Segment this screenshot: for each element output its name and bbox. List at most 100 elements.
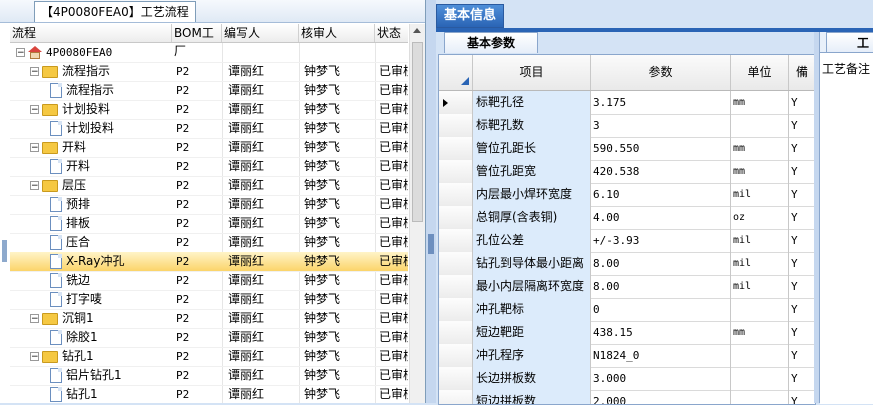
flag-cell[interactable]: Y (789, 367, 815, 390)
row-selector[interactable] (439, 114, 473, 137)
grid-row[interactable]: 钻孔到导体最小距离 8.00 mil Y (439, 252, 815, 276)
tree-row[interactable]: 除胶1P2谭丽红钟梦飞已审核 (10, 328, 408, 348)
grid-row[interactable]: 总铜厚(含表铜) 4.00 oz Y (439, 206, 815, 230)
param-value-cell[interactable]: 4.00 (591, 206, 731, 229)
param-value-cell[interactable]: N1824_0 (591, 344, 731, 367)
item-name-cell[interactable]: 冲孔程序 (473, 344, 591, 367)
param-value-cell[interactable]: 8.00 (591, 275, 731, 298)
row-selector[interactable] (439, 344, 473, 367)
item-name-cell[interactable]: 冲孔靶标 (473, 298, 591, 321)
tree-row[interactable]: 打字唛P2谭丽红钟梦飞已审核 (10, 290, 408, 310)
grid-row[interactable]: 管位孔距长 590.550 mm Y (439, 137, 815, 161)
tree-node[interactable]: 排板 (50, 214, 90, 233)
param-value-cell[interactable]: 8.00 (591, 252, 731, 275)
flag-cell[interactable]: Y (789, 229, 815, 252)
tree-node[interactable]: 预排 (50, 195, 90, 214)
col-header-item[interactable]: 项目 (473, 55, 591, 90)
tree-row[interactable]: 预排P2谭丽红钟梦飞已审核 (10, 195, 408, 215)
tree-node[interactable]: − 沉铜1 (30, 309, 94, 328)
tree-node[interactable]: 流程指示 (50, 81, 114, 100)
collapse-icon[interactable]: − (30, 314, 39, 324)
tree-node[interactable]: 计划投料 (50, 119, 114, 138)
row-selector[interactable] (439, 137, 473, 160)
item-name-cell[interactable]: 标靶孔径 (473, 91, 591, 114)
unit-cell[interactable]: mm (731, 91, 789, 114)
vertical-scrollbar[interactable] (409, 24, 425, 403)
flag-cell[interactable]: Y (789, 206, 815, 229)
item-name-cell[interactable]: 孔位公差 (473, 229, 591, 252)
tree-row[interactable]: −钻孔1P2谭丽红钟梦飞已审核 (10, 347, 408, 367)
tree-row[interactable]: 铣边P2谭丽红钟梦飞已审核 (10, 271, 408, 291)
unit-cell[interactable] (731, 367, 789, 390)
tree-row[interactable]: 排板P2谭丽红钟梦飞已审核 (10, 214, 408, 234)
row-selector[interactable] (439, 229, 473, 252)
collapse-icon[interactable]: − (30, 352, 39, 362)
flag-cell[interactable]: Y (789, 344, 815, 367)
collapse-icon[interactable]: − (30, 67, 39, 77)
collapse-icon[interactable]: − (30, 181, 39, 191)
tree-node[interactable]: − 开料 (30, 138, 86, 157)
process-flow-tab[interactable]: 【4P0080FEA0】工艺流程 (34, 1, 196, 22)
param-value-cell[interactable]: +/-3.93 (591, 229, 731, 252)
tree-node[interactable]: − 流程指示 (30, 62, 110, 81)
tree-node[interactable]: 除胶1 (50, 328, 98, 347)
row-selector[interactable] (439, 183, 473, 206)
param-value-cell[interactable]: 0 (591, 298, 731, 321)
param-value-cell[interactable]: 3.000 (591, 367, 731, 390)
tree-root-node[interactable]: − 4P0080FEA0 (16, 43, 112, 62)
tab-process[interactable]: 工 (826, 32, 873, 52)
tree-row[interactable]: 压合P2谭丽红钟梦飞已审核 (10, 233, 408, 253)
splitter-grip[interactable] (428, 234, 434, 254)
col-header-status[interactable]: 状态 (375, 24, 408, 42)
tree-row[interactable]: −开料P2谭丽红钟梦飞已审核 (10, 138, 408, 158)
grid-row[interactable]: 冲孔程序 N1824_0 Y (439, 344, 815, 368)
flag-cell[interactable]: Y (789, 252, 815, 275)
col-header-writer[interactable]: 编写人 (222, 24, 299, 42)
col-header-param[interactable]: 参数 (591, 55, 731, 90)
tree-row[interactable]: 计划投料P2谭丽红钟梦飞已审核 (10, 119, 408, 139)
param-value-cell[interactable]: 3 (591, 114, 731, 137)
grid-row[interactable]: 短边靶距 438.15 mm Y (439, 321, 815, 345)
grid-row[interactable]: 长边拼板数 3.000 Y (439, 367, 815, 391)
grid-row[interactable]: 内层最小焊环宽度 6.10 mil Y (439, 183, 815, 207)
tab-basic-info[interactable]: 基本信息 (436, 4, 504, 28)
item-name-cell[interactable]: 长边拼板数 (473, 367, 591, 390)
tree-root-row[interactable]: − 4P0080FEA0 (10, 43, 408, 63)
flag-cell[interactable]: Y (789, 275, 815, 298)
unit-cell[interactable]: mil (731, 229, 789, 252)
tree-node[interactable]: 打字唛 (50, 290, 102, 309)
grid-row[interactable]: 孔位公差 +/-3.93 mil Y (439, 229, 815, 253)
grid-row[interactable]: 管位孔距宽 420.538 mm Y (439, 160, 815, 184)
scrollbar-thumb[interactable] (412, 42, 423, 222)
tree-node[interactable]: − 钻孔1 (30, 347, 94, 366)
grid-row[interactable]: 标靶孔数 3 Y (439, 114, 815, 138)
item-name-cell[interactable]: 标靶孔数 (473, 114, 591, 137)
col-header-bom[interactable]: BOM工厂 (172, 24, 222, 58)
row-selector-header[interactable] (439, 55, 473, 90)
unit-cell[interactable] (731, 114, 789, 137)
item-name-cell[interactable]: 钻孔到导体最小距离 (473, 252, 591, 275)
tree-row[interactable]: −沉铜1P2谭丽红钟梦飞已审核 (10, 309, 408, 329)
grid-row[interactable]: 最小内层隔离环宽度 8.00 mil Y (439, 275, 815, 299)
tab-basic-params[interactable]: 基本参数 (444, 32, 538, 53)
param-value-cell[interactable]: 3.175 (591, 91, 731, 114)
tree-node[interactable]: − 计划投料 (30, 100, 110, 119)
panel-grip[interactable] (2, 240, 7, 262)
unit-cell[interactable]: oz (731, 206, 789, 229)
flag-cell[interactable]: Y (789, 183, 815, 206)
param-value-cell[interactable]: 6.10 (591, 183, 731, 206)
flag-cell[interactable]: Y (789, 298, 815, 321)
grid-row[interactable]: 标靶孔径 3.175 mm Y (439, 91, 815, 115)
tree-node[interactable]: 开料 (50, 157, 90, 176)
tree-row[interactable]: 铝片钻孔1P2谭丽红钟梦飞已审核 (10, 366, 408, 386)
tree-row[interactable]: −层压P2谭丽红钟梦飞已审核 (10, 176, 408, 196)
grid-row[interactable]: 冲孔靶标 0 Y (439, 298, 815, 322)
tree-node[interactable]: 压合 (50, 233, 90, 252)
item-name-cell[interactable]: 总铜厚(含表铜) (473, 206, 591, 229)
item-name-cell[interactable]: 内层最小焊环宽度 (473, 183, 591, 206)
tree-node[interactable]: X-Ray冲孔 (50, 252, 124, 271)
unit-cell[interactable] (731, 344, 789, 367)
col-header-flow[interactable]: 流程 (10, 24, 172, 42)
flag-cell[interactable]: Y (789, 160, 815, 183)
item-name-cell[interactable]: 短边靶距 (473, 321, 591, 344)
